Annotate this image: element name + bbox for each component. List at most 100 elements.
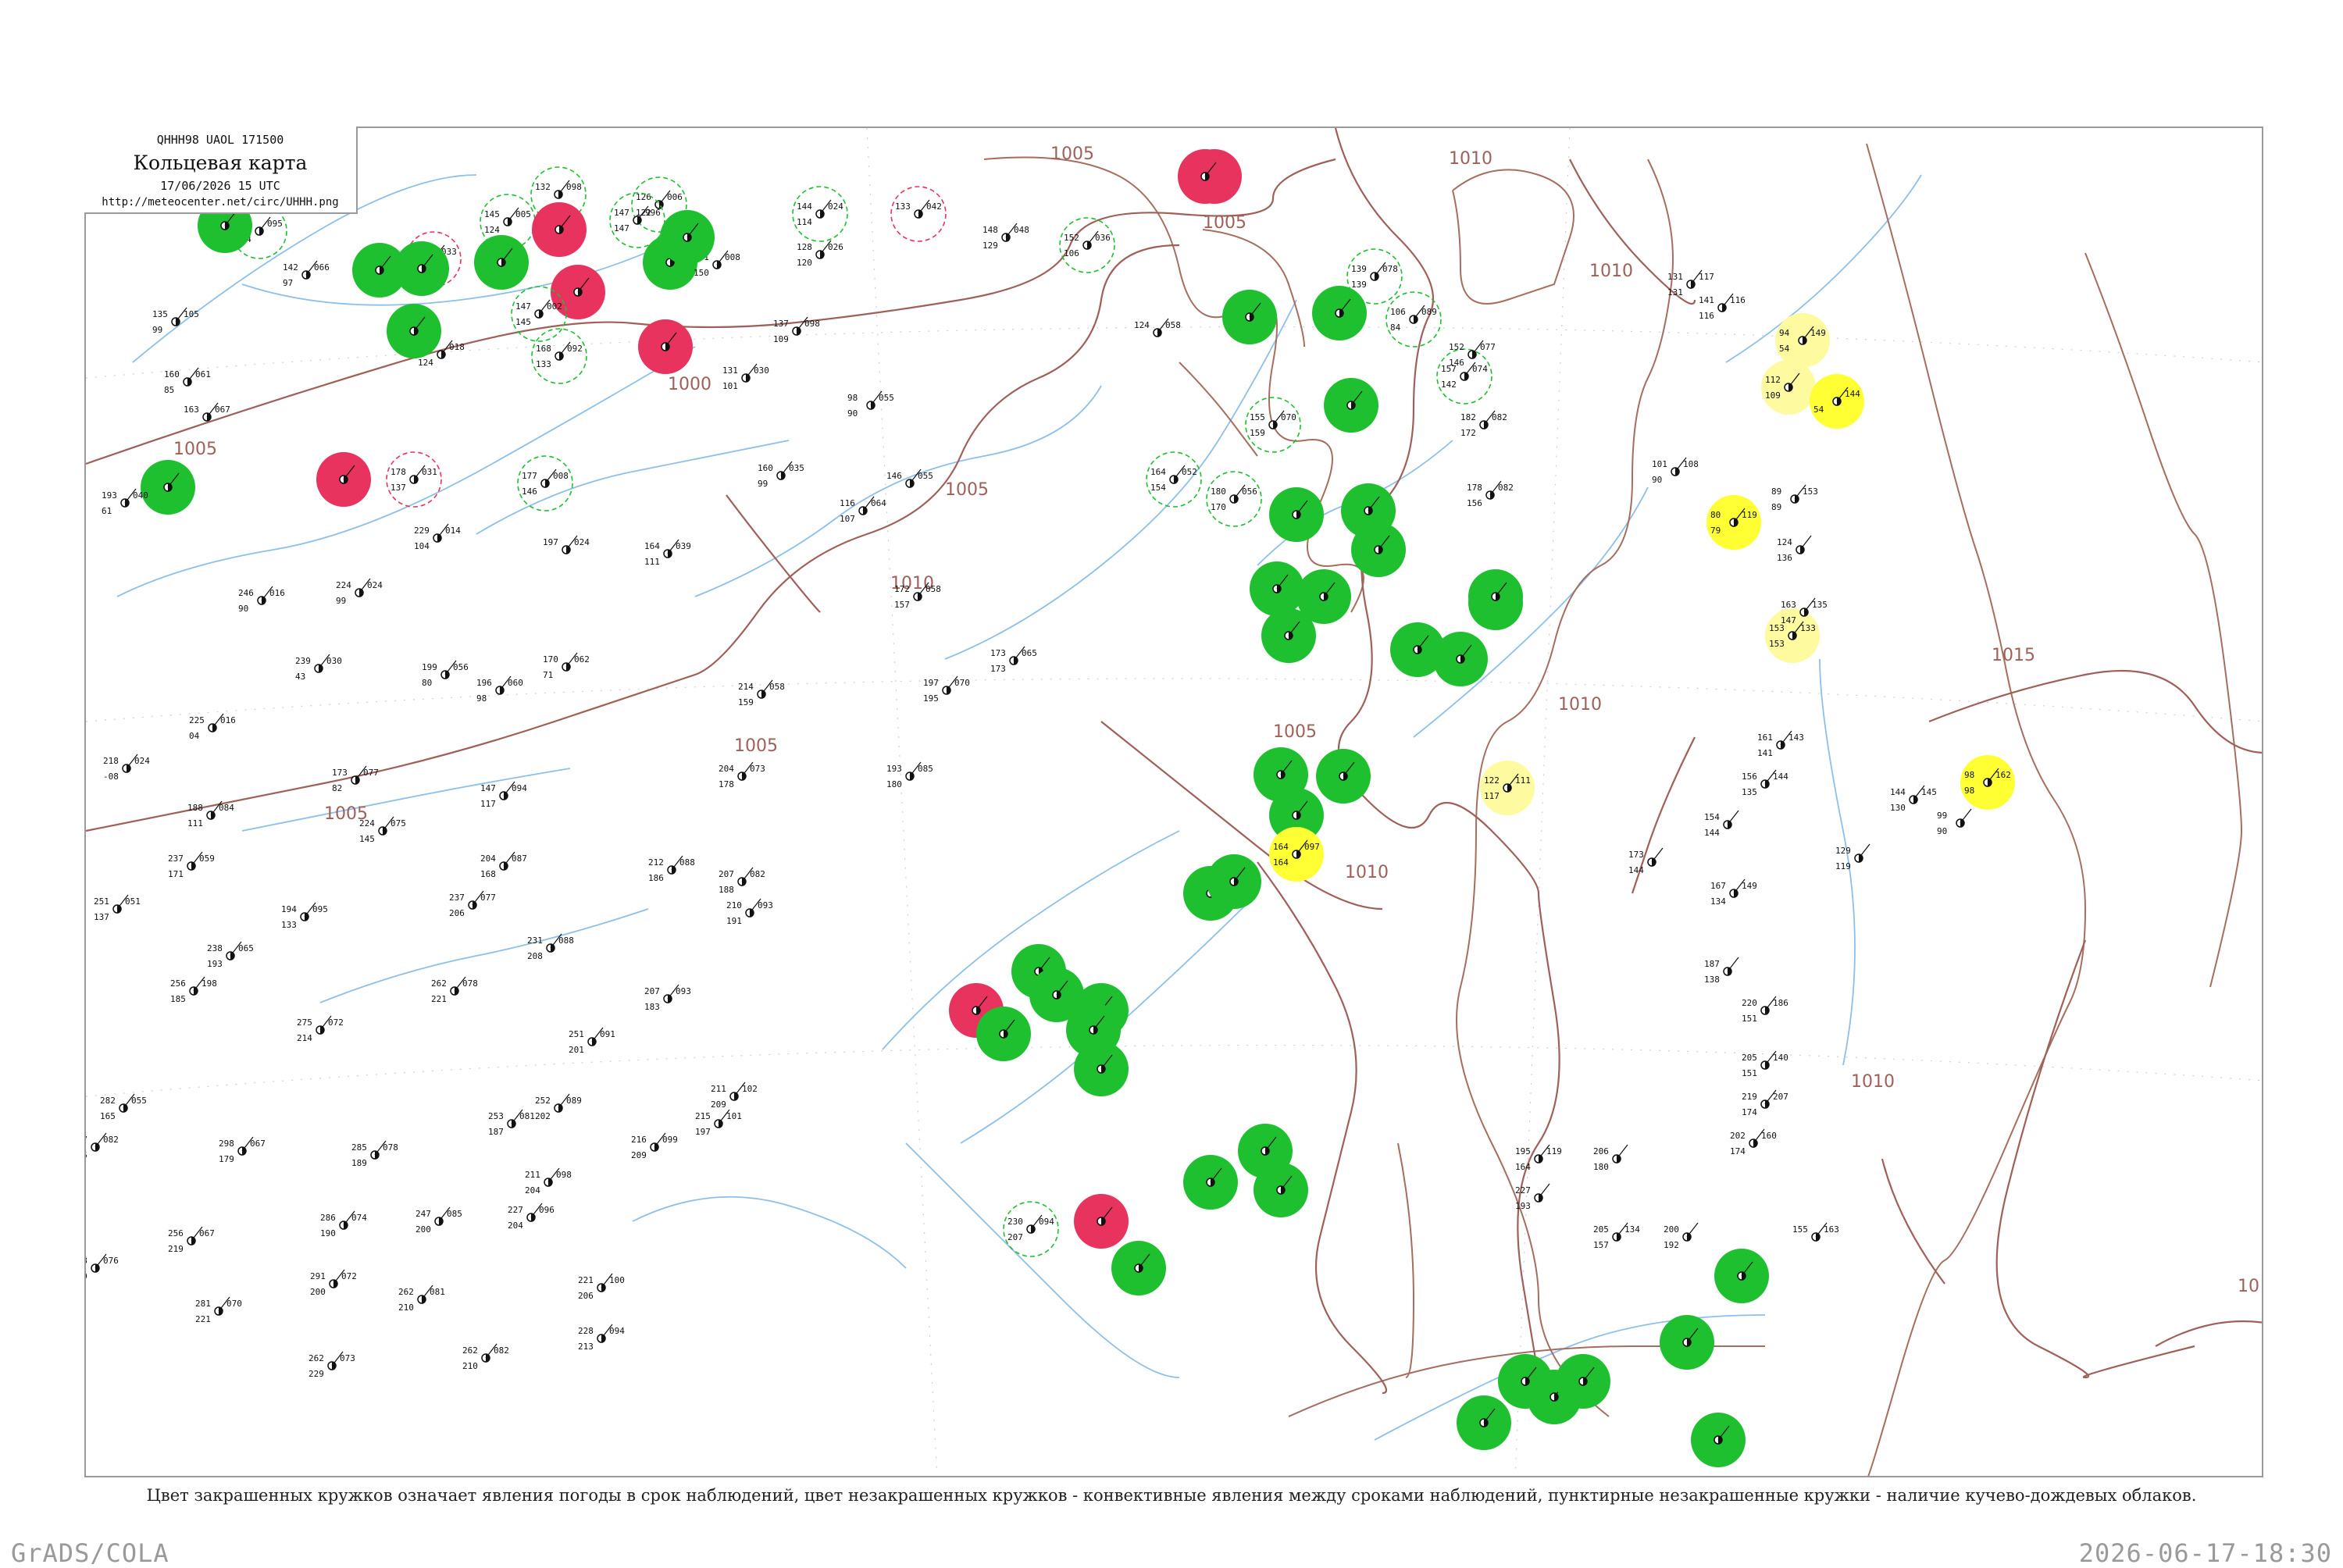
station-temperature: 193 [102,490,117,501]
weather-station: 195 119 164 [1515,1144,1562,1172]
station-pressure: 105 [184,309,199,319]
isobar-label: 1005 [1203,213,1246,233]
station-temperature: 116 [840,498,855,508]
station-temperature: 202 [1730,1131,1746,1141]
station-pressure: 067 [250,1139,266,1149]
station-pressure: 082 [494,1345,509,1356]
station-dewpoint: 130 [1890,803,1906,813]
station-dewpoint: 79 [1710,526,1721,536]
weather-station [1111,1241,1166,1295]
station-pressure: 116 [1730,295,1746,305]
station-pressure: 067 [215,404,230,415]
station-pressure: 024 [367,580,383,590]
weather-station: 238 065 193 [207,941,254,969]
weather-station [1660,1315,1714,1370]
station-temperature: 172 [894,584,910,594]
station-dewpoint: 111 [644,557,660,567]
station-pressure: 153 [1803,486,1818,497]
station-pressure: 076 [103,1256,119,1266]
station-dewpoint: 191 [726,916,742,926]
station-dewpoint: 213 [578,1342,594,1352]
station-pressure: 030 [754,365,769,376]
station-dewpoint: 124 [418,358,433,368]
station-dewpoint: 135 [86,1150,87,1160]
station-pressure: 133 [1800,623,1816,633]
weather-station: 147 094 117 [480,781,527,809]
station-temperature: 205 [1742,1053,1757,1063]
station-temperature: 225 [189,715,205,725]
station-dewpoint: 154 [1150,483,1166,493]
weather-station: 196 060 98 [476,675,523,704]
station-temperature: 281 [195,1299,211,1309]
weather-station: 133 042 [890,186,947,242]
station-pressure: 087 [512,853,527,864]
coastlines [983,143,2243,1476]
station-pressure: 134 [1624,1224,1640,1235]
station-temperature: 230 [1007,1217,1023,1227]
weather-station: 212 088 186 [648,855,695,883]
station-dewpoint: 85 [164,385,174,395]
weather-station [1238,1124,1293,1178]
isobar-label: 1010 [1558,695,1602,715]
weather-station: 256 067 219 [168,1226,215,1254]
station-temperature: 256 [170,978,186,989]
station-pressure: 018 [449,342,465,352]
station-pressure: 073 [750,764,765,774]
station-pressure: 042 [926,201,942,212]
weather-station [394,241,449,296]
station-pressure: 149 [1810,328,1826,338]
station-pressure: 077 [1480,342,1496,352]
station-dewpoint: 131 [1667,287,1683,298]
weather-station: 262 081 210 [398,1285,445,1313]
station-temperature: 227 [508,1205,523,1215]
weather-station: 200 192 [1664,1222,1699,1250]
station-pressure: 070 [1281,412,1296,422]
station-temperature: 218 [103,756,119,766]
weather-station: 124 136 [1777,535,1812,563]
isobar-label: 1010 [1851,1072,1895,1092]
weather-station: 282 055 165 [100,1093,147,1121]
station-temperature: 239 [295,656,311,666]
station-pressure: 016 [220,715,236,725]
station-temperature: 262 [431,978,447,989]
station-temperature: 231 [527,935,543,946]
weather-station: 275 072 214 [297,1015,344,1043]
weather-station: 219 207 174 [1742,1089,1788,1117]
station-pressure: 081 [430,1287,445,1297]
station-layer: 1380951041450051241320981260061221440241… [86,149,2015,1467]
station-pressure: 066 [314,262,330,273]
station-pressure: 117 [1699,272,1714,282]
station-pressure: 064 [871,498,886,508]
station-dewpoint: 137 [390,483,406,493]
station-pressure: 058 [769,682,785,692]
station-pressure: 060 [508,678,523,688]
weather-station: 131 117 131 [1667,269,1714,298]
station-pressure: 072 [328,1017,344,1028]
weather-station: 180 056 170 [1206,471,1262,527]
station-dewpoint: 207 [1007,1232,1023,1242]
station-dewpoint: 168 [480,869,496,879]
station-dewpoint: 174 [1742,1107,1757,1117]
legend-caption: Цвет закрашенных кружков означает явлени… [146,1486,2197,1505]
station-pressure: 094 [512,783,527,793]
station-dewpoint: 135 [1742,787,1757,797]
weather-station: 147 002 145 [511,286,567,342]
isobar-label: 1005 [945,480,989,500]
weather-station: 89 153 89 [1771,484,1818,512]
station-pressure: 088 [558,935,574,946]
weather-station: 98 162 98 [1960,755,2015,810]
station-dewpoint: 116 [1699,311,1714,321]
station-pressure: 067 [199,1228,215,1238]
station-pressure: 055 [131,1096,147,1106]
station-dewpoint: 97 [283,278,293,288]
station-temperature: 147 [515,301,531,312]
station-pressure: 052 [1182,467,1197,477]
weather-station: 218 024 -08 [103,754,150,782]
weather-station: 246 016 90 [238,586,285,614]
station-dewpoint: 43 [295,672,305,682]
station-pressure: 085 [918,764,933,774]
station-pressure: 098 [556,1170,572,1180]
station-pressure: 100 [609,1275,625,1285]
station-temperature: 101 [1652,459,1667,469]
weather-station [316,452,371,507]
